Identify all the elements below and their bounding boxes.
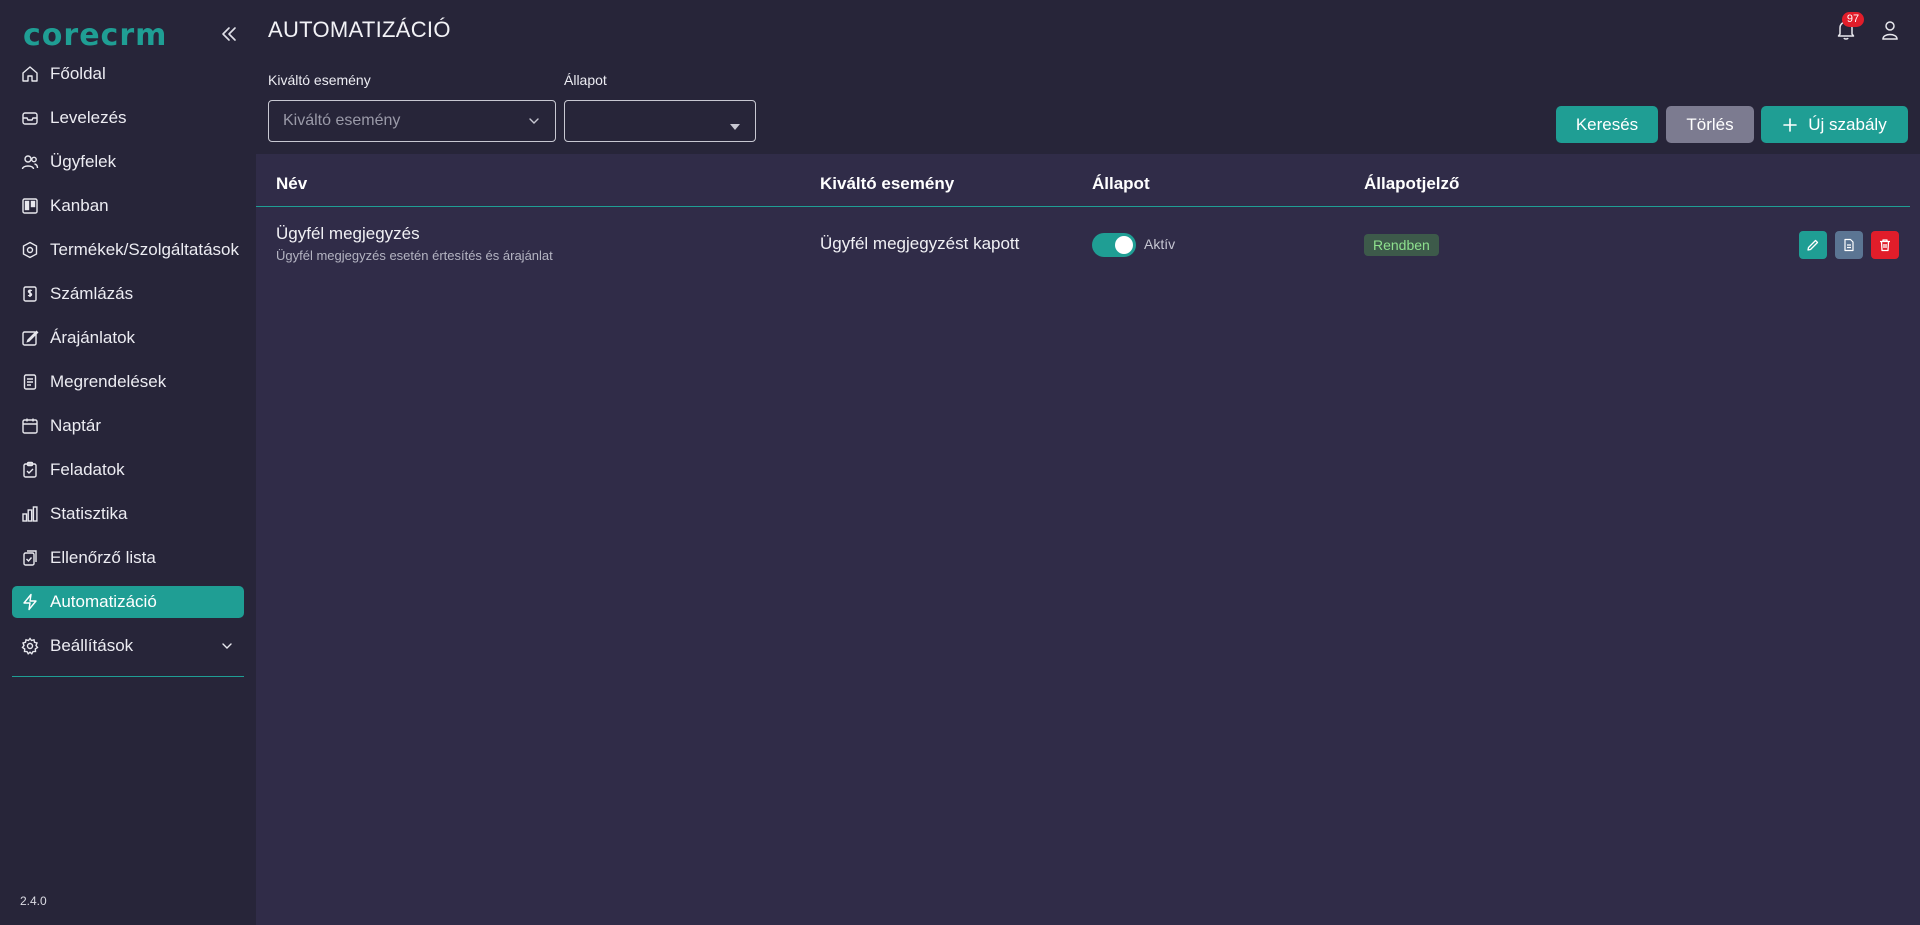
trigger-filter-select[interactable]: Kiváltó esemény (268, 100, 556, 142)
document-button[interactable] (1835, 231, 1863, 259)
column-header-status[interactable]: Állapot (1092, 174, 1150, 194)
clear-button[interactable]: Törlés (1666, 106, 1754, 143)
rule-name: Ügyfél megjegyzés (276, 224, 420, 243)
pencil-icon (1806, 238, 1820, 252)
gear-icon (21, 637, 39, 655)
sidebar-item-megrendelesek[interactable]: Megrendelések (12, 366, 244, 398)
table-row[interactable] (256, 208, 1910, 280)
calendar-icon (21, 417, 39, 435)
column-header-name[interactable]: Név (276, 174, 307, 194)
app-version: 2.4.0 (20, 894, 47, 908)
sidebar-nav: Főoldal Levelezés Ügyfelek Kanban Termék… (12, 58, 244, 674)
sidebar-item-feladatok[interactable]: Feladatok (12, 454, 244, 486)
sidebar-item-arajanlatok[interactable]: Árajánlatok (12, 322, 244, 354)
trigger-filter-label: Kiváltó esemény (268, 72, 371, 88)
product-icon (21, 241, 39, 259)
sidebar-item-label: Automatizáció (50, 592, 157, 611)
sidebar-item-label: Megrendelések (50, 372, 167, 391)
column-header-indicator[interactable]: Állapotjelző (1364, 174, 1459, 194)
sidebar-item-label: Naptár (50, 416, 102, 435)
toggle-knob (1115, 236, 1133, 254)
users-icon (21, 153, 39, 171)
sidebar-item-fooldal[interactable]: Főoldal (12, 58, 244, 90)
rule-trigger: Ügyfél megjegyzést kapott (820, 234, 1020, 253)
delete-button[interactable] (1871, 231, 1899, 259)
tasks-icon (21, 461, 39, 479)
sidebar-item-levelezes[interactable]: Levelezés (12, 102, 244, 134)
table-header: Név Kiváltó esemény Állapot Állapotjelző (256, 154, 1910, 207)
rule-active-toggle[interactable] (1092, 233, 1136, 257)
status-filter-select[interactable] (564, 100, 756, 142)
sidebar-item-label: Feladatok (50, 460, 125, 479)
sidebar: corecrm Főoldal Levelezés Ügyfelek Kanba… (0, 0, 256, 925)
mail-icon (21, 109, 39, 127)
rule-description: Ügyfél megjegyzés esetén értesítés és ár… (276, 248, 553, 263)
new-rule-button[interactable]: Új szabály (1761, 106, 1908, 143)
sidebar-item-statisztika[interactable]: Statisztika (12, 498, 244, 530)
sidebar-item-naptar[interactable]: Naptár (12, 410, 244, 442)
chevron-down-icon (219, 638, 235, 654)
plus-icon (1782, 117, 1798, 133)
sidebar-item-label: Statisztika (50, 504, 128, 523)
sidebar-item-automatizacio[interactable]: Automatizáció (12, 586, 244, 618)
page-title: AUTOMATIZÁCIÓ (268, 17, 451, 42)
notification-badge: 97 (1842, 12, 1864, 27)
new-rule-label: Új szabály (1808, 114, 1887, 134)
sidebar-divider (12, 676, 244, 677)
rules-table: Név Kiváltó esemény Állapot Állapotjelző… (256, 154, 1920, 925)
sidebar-item-termekek[interactable]: Termékek/Szolgáltatások (12, 234, 244, 266)
sidebar-item-label: Ügyfelek (50, 152, 117, 171)
invoice-icon (21, 285, 39, 303)
order-icon (21, 373, 39, 391)
user-icon[interactable] (1880, 19, 1900, 41)
sidebar-item-label: Számlázás (50, 284, 134, 303)
trash-icon (1878, 238, 1892, 252)
sidebar-item-label: Árajánlatok (50, 328, 136, 347)
trigger-filter-placeholder: Kiváltó esemény (283, 112, 401, 129)
column-header-trigger[interactable]: Kiváltó esemény (820, 174, 954, 194)
chevron-down-icon (527, 114, 541, 133)
sidebar-item-label: Levelezés (50, 108, 127, 127)
sidebar-item-ellenorzo-lista[interactable]: Ellenőrző lista (12, 542, 244, 574)
edit-button[interactable] (1799, 231, 1827, 259)
home-icon (21, 65, 39, 83)
search-button[interactable]: Keresés (1556, 106, 1658, 143)
sidebar-item-kanban[interactable]: Kanban (12, 190, 244, 222)
sidebar-item-beallitasok[interactable]: Beállítások (12, 630, 244, 662)
status-filter-label: Állapot (564, 72, 607, 88)
sidebar-item-label: Termékek/Szolgáltatások (50, 240, 239, 259)
sidebar-item-label: Ellenőrző lista (50, 548, 156, 567)
status-badge: Rendben (1364, 234, 1439, 256)
rule-status-label: Aktív (1144, 236, 1176, 252)
caret-down-icon (729, 118, 741, 136)
kanban-icon (21, 197, 39, 215)
quote-icon (21, 329, 39, 347)
sidebar-item-label: Főoldal (50, 64, 106, 83)
logo: corecrm (23, 18, 168, 53)
sidebar-item-label: Kanban (50, 196, 109, 215)
bolt-icon (21, 593, 39, 611)
sidebar-item-ugyfelek[interactable]: Ügyfelek (12, 146, 244, 178)
chart-icon (21, 505, 39, 523)
checklist-icon (21, 549, 39, 567)
collapse-sidebar-icon[interactable] (219, 24, 239, 44)
sidebar-item-szamlazas[interactable]: Számlázás (12, 278, 244, 310)
document-icon (1842, 238, 1856, 252)
sidebar-item-label: Beállítások (50, 636, 134, 655)
